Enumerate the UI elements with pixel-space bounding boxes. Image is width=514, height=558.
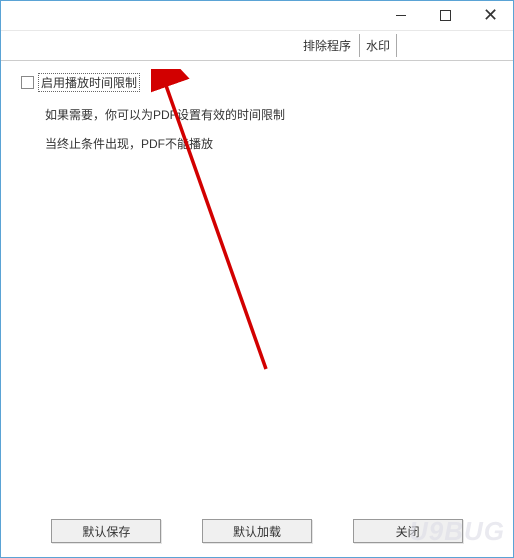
tab-bar: 排除程序 水印 — [1, 31, 513, 61]
enable-time-limit-label: 启用播放时间限制 — [38, 73, 140, 92]
description-line-2: 当终止条件出现，PDF不能播放 — [45, 135, 493, 154]
button-bar: 默认保存 默认加载 关闭 — [1, 519, 513, 543]
tab-exclude-programs[interactable]: 排除程序 — [297, 34, 357, 57]
dialog-window: ✕ 排除程序 水印 启用播放时间限制 如果需要，你可以为PDF设置有效的时间限制… — [0, 0, 514, 558]
tab-group: 排除程序 水印 — [297, 34, 397, 57]
maximize-button[interactable] — [423, 1, 468, 29]
default-save-button[interactable]: 默认保存 — [51, 519, 161, 543]
close-window-button[interactable]: ✕ — [468, 1, 513, 29]
minimize-button[interactable] — [378, 1, 423, 29]
tab-watermark[interactable]: 水印 — [359, 34, 397, 57]
description-line-1: 如果需要，你可以为PDF设置有效的时间限制 — [45, 106, 493, 125]
default-load-button[interactable]: 默认加载 — [202, 519, 312, 543]
titlebar: ✕ — [1, 1, 513, 31]
enable-time-limit-checkbox[interactable] — [21, 76, 34, 89]
window-controls: ✕ — [378, 1, 513, 29]
enable-time-limit-row: 启用播放时间限制 — [21, 73, 493, 92]
content-panel: 启用播放时间限制 如果需要，你可以为PDF设置有效的时间限制 当终止条件出现，P… — [1, 61, 513, 176]
close-button[interactable]: 关闭 — [353, 519, 463, 543]
